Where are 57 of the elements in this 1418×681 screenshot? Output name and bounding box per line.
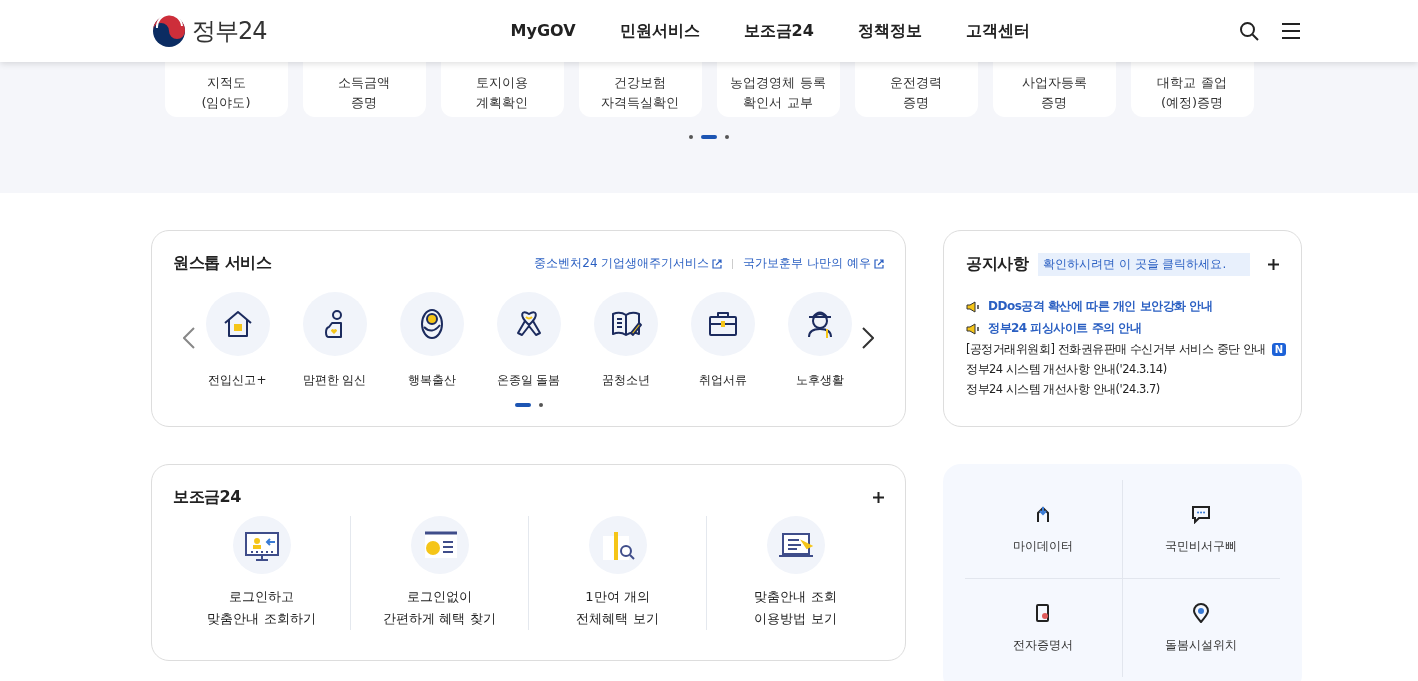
chevron-right-icon[interactable] [861,326,874,349]
subsidy-label[interactable]: 로그인없이 간편하게 혜택 찾기 [383,586,496,630]
nav-link[interactable]: 정책정보 [857,20,922,42]
speaker-icon [966,322,982,335]
external-link[interactable]: 국가보훈부 나만의 예우 [743,255,884,272]
search-icon[interactable] [1239,21,1259,41]
logo-icon [152,14,186,48]
notice-link[interactable]: 정부24 피싱사이트 주의 안내 [988,320,1142,337]
service-card[interactable]: 지적도 (임야도) [164,62,288,117]
subsidy-label[interactable]: 로그인하고 맞춤안내 조회하기 [207,586,316,630]
nav-link[interactable]: 고객센터 [965,20,1030,42]
notice-hint[interactable]: 확인하시려면 이 곳을 클릭하세요. [1038,253,1250,276]
new-badge: N [1271,343,1286,356]
shortcut-label[interactable]: 국민비서구삐 [1165,537,1238,555]
nav-link[interactable]: MyGOV [510,20,576,42]
section-title: 공지사항 [966,254,1028,275]
speaker-icon [966,300,982,313]
service-card[interactable]: 대학교 졸업 (예정)증명 [1130,62,1254,117]
external-link-icon [712,258,723,269]
service-card[interactable]: 소득금액 증명 [302,62,426,117]
service-label[interactable]: 노후생활 [795,372,844,389]
shortcut-label[interactable]: 마이데이터 [1013,537,1074,555]
service-card[interactable]: 농업경영체 등록 확인서 교부 [716,62,840,117]
nav-link[interactable]: 보조금24 [743,20,814,42]
service-card[interactable]: 사업자등록 증명 [992,62,1116,117]
shortcut-label[interactable]: 전자증명서 [1013,636,1074,654]
service-label[interactable]: 온종일 돌봄 [496,372,561,389]
subsidy-label[interactable]: 맞춤안내 조회 이용방법 보기 [754,586,837,630]
service-card[interactable]: 건강보험 자격득실확인 [578,62,702,117]
notice-link[interactable]: DDos공격 확산에 따른 개인 보안강화 안내 [988,298,1213,315]
notice-link[interactable]: 정부24 시스템 개선사항 안내('24.3.14) [966,362,1167,377]
page-dot[interactable] [689,135,693,139]
external-link-icon [874,258,884,269]
service-label[interactable]: 행복출산 [407,372,456,389]
service-label[interactable]: 꿈청소년 [601,372,650,389]
page-dot[interactable] [538,403,543,407]
service-label[interactable]: 맘편한 임신 [302,372,367,389]
external-link[interactable]: 중소벤처24 기업생애주기서비스 [534,255,723,272]
service-card[interactable]: 운전경력 증명 [854,62,978,117]
pin-icon [1191,602,1212,623]
service-label[interactable]: 전입신고+ [208,372,267,389]
nav-link[interactable]: 민원서비스 [619,20,700,42]
chat-icon [1191,503,1212,524]
plus-icon[interactable] [1268,259,1279,270]
service-card[interactable]: 토지이용 계획확인 [440,62,564,117]
notice-link[interactable]: [공정거래위원회] 전화권유판매 수신거부 서비스 중단 안내 [966,342,1266,357]
plus-icon[interactable] [873,492,884,503]
section-title: 보조금24 [173,487,241,508]
logo-text[interactable]: 정부24 [192,15,267,47]
subsidy-label[interactable]: 1만여 개의 전체혜택 보기 [576,586,659,630]
page-dot[interactable] [725,135,729,139]
notice-link[interactable]: 정부24 시스템 개선사항 안내('24.3.7) [966,382,1160,397]
section-title: 원스톱 서비스 [173,253,272,274]
service-label[interactable]: 취업서류 [698,372,747,389]
chevron-left-icon[interactable] [183,326,196,349]
shortcut-label[interactable]: 돌봄시설위치 [1165,636,1238,654]
menu-icon[interactable] [1281,22,1301,40]
